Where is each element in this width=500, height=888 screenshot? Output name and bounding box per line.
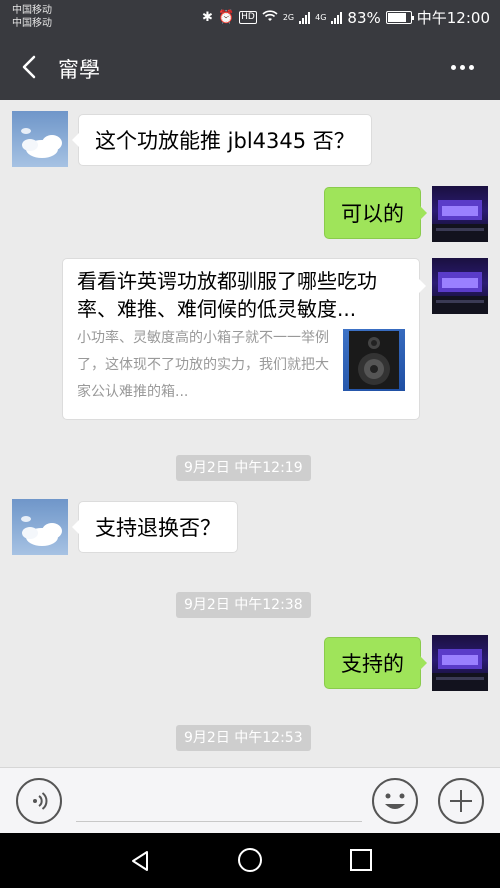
battery-icon xyxy=(385,11,414,24)
emoji-icon xyxy=(385,793,405,809)
hd-icon: HD xyxy=(239,11,257,24)
voice-input-button[interactable] xyxy=(16,778,62,824)
dot-icon xyxy=(459,64,465,70)
my-avatar[interactable] xyxy=(432,258,488,314)
outgoing-message-bubble[interactable]: 可以的 xyxy=(324,187,427,239)
timestamp: 9月2日 中午12:19 xyxy=(176,455,311,481)
text-input-field[interactable] xyxy=(76,821,362,822)
emoji-button[interactable] xyxy=(372,778,418,824)
stage-image xyxy=(432,272,488,314)
cloud-image xyxy=(21,128,62,158)
incoming-message-bubble[interactable]: 这个功放能推 jbl4345 否？ xyxy=(72,114,372,166)
triangle-back-icon xyxy=(132,851,148,871)
network-2g-label: 2G xyxy=(282,13,295,22)
carrier-2: 中国移动 xyxy=(12,18,52,29)
contact-avatar[interactable] xyxy=(12,111,68,167)
chat-header: 甯學 xyxy=(0,36,500,100)
nav-home-button[interactable] xyxy=(238,848,262,872)
more-functions-button[interactable] xyxy=(438,778,484,824)
my-avatar[interactable] xyxy=(432,635,488,691)
message-input-bar xyxy=(0,767,500,833)
message-text: 支持退换否？ xyxy=(95,516,221,540)
signal-2-icon xyxy=(331,11,343,24)
carrier-1: 中国移动 xyxy=(12,5,52,16)
system-navigation-bar xyxy=(0,833,500,888)
chat-title: 甯學 xyxy=(58,58,100,82)
battery-percent: 83% xyxy=(347,8,381,27)
message-text: 可以的 xyxy=(341,202,404,226)
cloud-image xyxy=(21,516,62,546)
dot-icon xyxy=(450,64,456,70)
link-card-description: 小功率、灵敏度高的小箱子就不一一举例了，这体现不了功放的实力，我们就把大家公认难… xyxy=(77,330,329,400)
chevron-left-icon xyxy=(22,55,36,79)
nav-recents-button[interactable] xyxy=(350,849,372,871)
nav-back-button[interactable] xyxy=(128,849,152,873)
my-avatar[interactable] xyxy=(432,186,488,242)
voice-icon xyxy=(33,792,48,810)
network-4g-label: 4G xyxy=(315,13,327,22)
speaker-thumbnail xyxy=(343,329,405,391)
message-text: 支持的 xyxy=(341,652,404,676)
speaker-icon xyxy=(349,331,399,389)
status-bar: 中国移动 中国移动 ✱ ⏰ HD 2G 4G 83% 中午12:00 xyxy=(0,0,500,36)
stage-image xyxy=(432,200,488,242)
back-button[interactable] xyxy=(14,50,48,84)
timestamp: 9月2日 中午12:53 xyxy=(176,725,311,751)
alarm-icon: ⏰ xyxy=(217,10,235,25)
message-text: 这个功放能推 jbl4345 否？ xyxy=(95,129,355,153)
signal-1-icon xyxy=(299,11,311,24)
link-card[interactable]: 看看许英谔功放都驯服了哪些吃功率、难推、难伺候的低灵敏度... 小功率、灵敏度高… xyxy=(62,258,426,420)
carrier-info: 中国移动 中国移动 xyxy=(12,4,52,30)
incoming-message-bubble[interactable]: 支持退换否？ xyxy=(72,501,238,553)
status-icons: ✱ ⏰ HD 2G 4G 83% 中午12:00 xyxy=(202,7,490,28)
link-card-title: 看看许英谔功放都驯服了哪些吃功率、难推、难伺候的低灵敏度... xyxy=(77,269,377,321)
dot-icon xyxy=(468,64,474,70)
wifi-icon xyxy=(262,9,278,26)
clock: 中午12:00 xyxy=(416,9,490,27)
outgoing-message-bubble[interactable]: 支持的 xyxy=(324,637,427,689)
stage-image xyxy=(432,649,488,691)
more-options-button[interactable] xyxy=(442,52,482,82)
bluetooth-icon: ✱ xyxy=(202,10,213,25)
contact-avatar[interactable] xyxy=(12,499,68,555)
timestamp: 9月2日 中午12:38 xyxy=(176,592,311,618)
